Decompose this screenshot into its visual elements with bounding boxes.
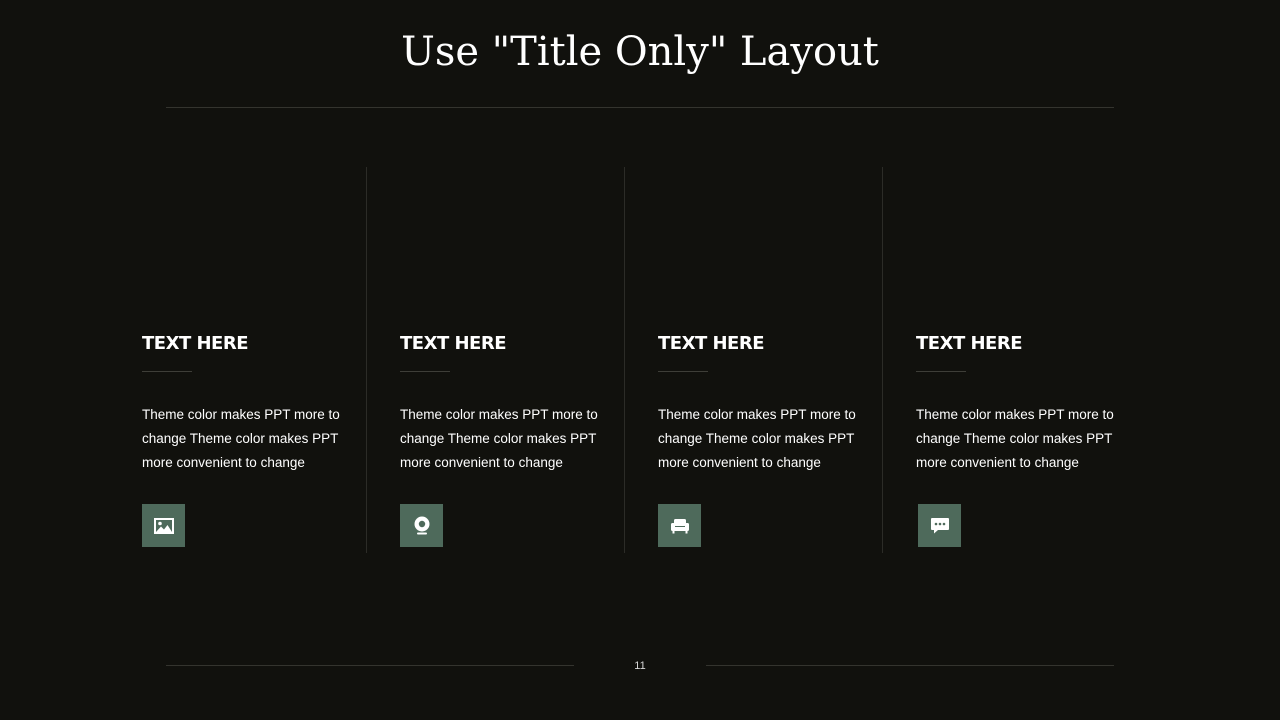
armchair-icon <box>658 504 701 547</box>
column-divider <box>882 167 883 553</box>
card-body: Theme color makes PPT more to change The… <box>142 407 340 470</box>
footer-divider-left <box>166 665 574 666</box>
card-heading: TEXT HERE <box>400 333 507 354</box>
card-heading: TEXT HERE <box>142 333 249 354</box>
column-divider <box>366 167 367 553</box>
title-divider <box>166 107 1114 108</box>
footer-divider-right <box>706 665 1114 666</box>
feature-card-2: TEXT HERE Theme color makes PPT more to … <box>400 332 610 547</box>
card-underline <box>142 371 192 372</box>
feature-card-4: TEXT HERE Theme color makes PPT more to … <box>916 332 1126 547</box>
card-heading: TEXT HERE <box>916 333 1023 354</box>
card-heading: TEXT HERE <box>658 333 765 354</box>
card-body: Theme color makes PPT more to change The… <box>400 407 598 470</box>
page-number: 11 <box>634 660 646 672</box>
chat-bubble-icon <box>918 504 961 547</box>
feature-card-1: TEXT HERE Theme color makes PPT more to … <box>142 332 352 547</box>
column-divider <box>624 167 625 553</box>
card-body: Theme color makes PPT more to change The… <box>658 407 856 470</box>
slide-title: Use "Title Only" Layout <box>401 29 879 75</box>
card-underline <box>658 371 708 372</box>
image-icon <box>142 504 185 547</box>
card-body: Theme color makes PPT more to change The… <box>916 407 1114 470</box>
webcam-icon <box>400 504 443 547</box>
card-underline <box>400 371 450 372</box>
card-underline <box>916 371 966 372</box>
feature-card-3: TEXT HERE Theme color makes PPT more to … <box>658 332 868 547</box>
